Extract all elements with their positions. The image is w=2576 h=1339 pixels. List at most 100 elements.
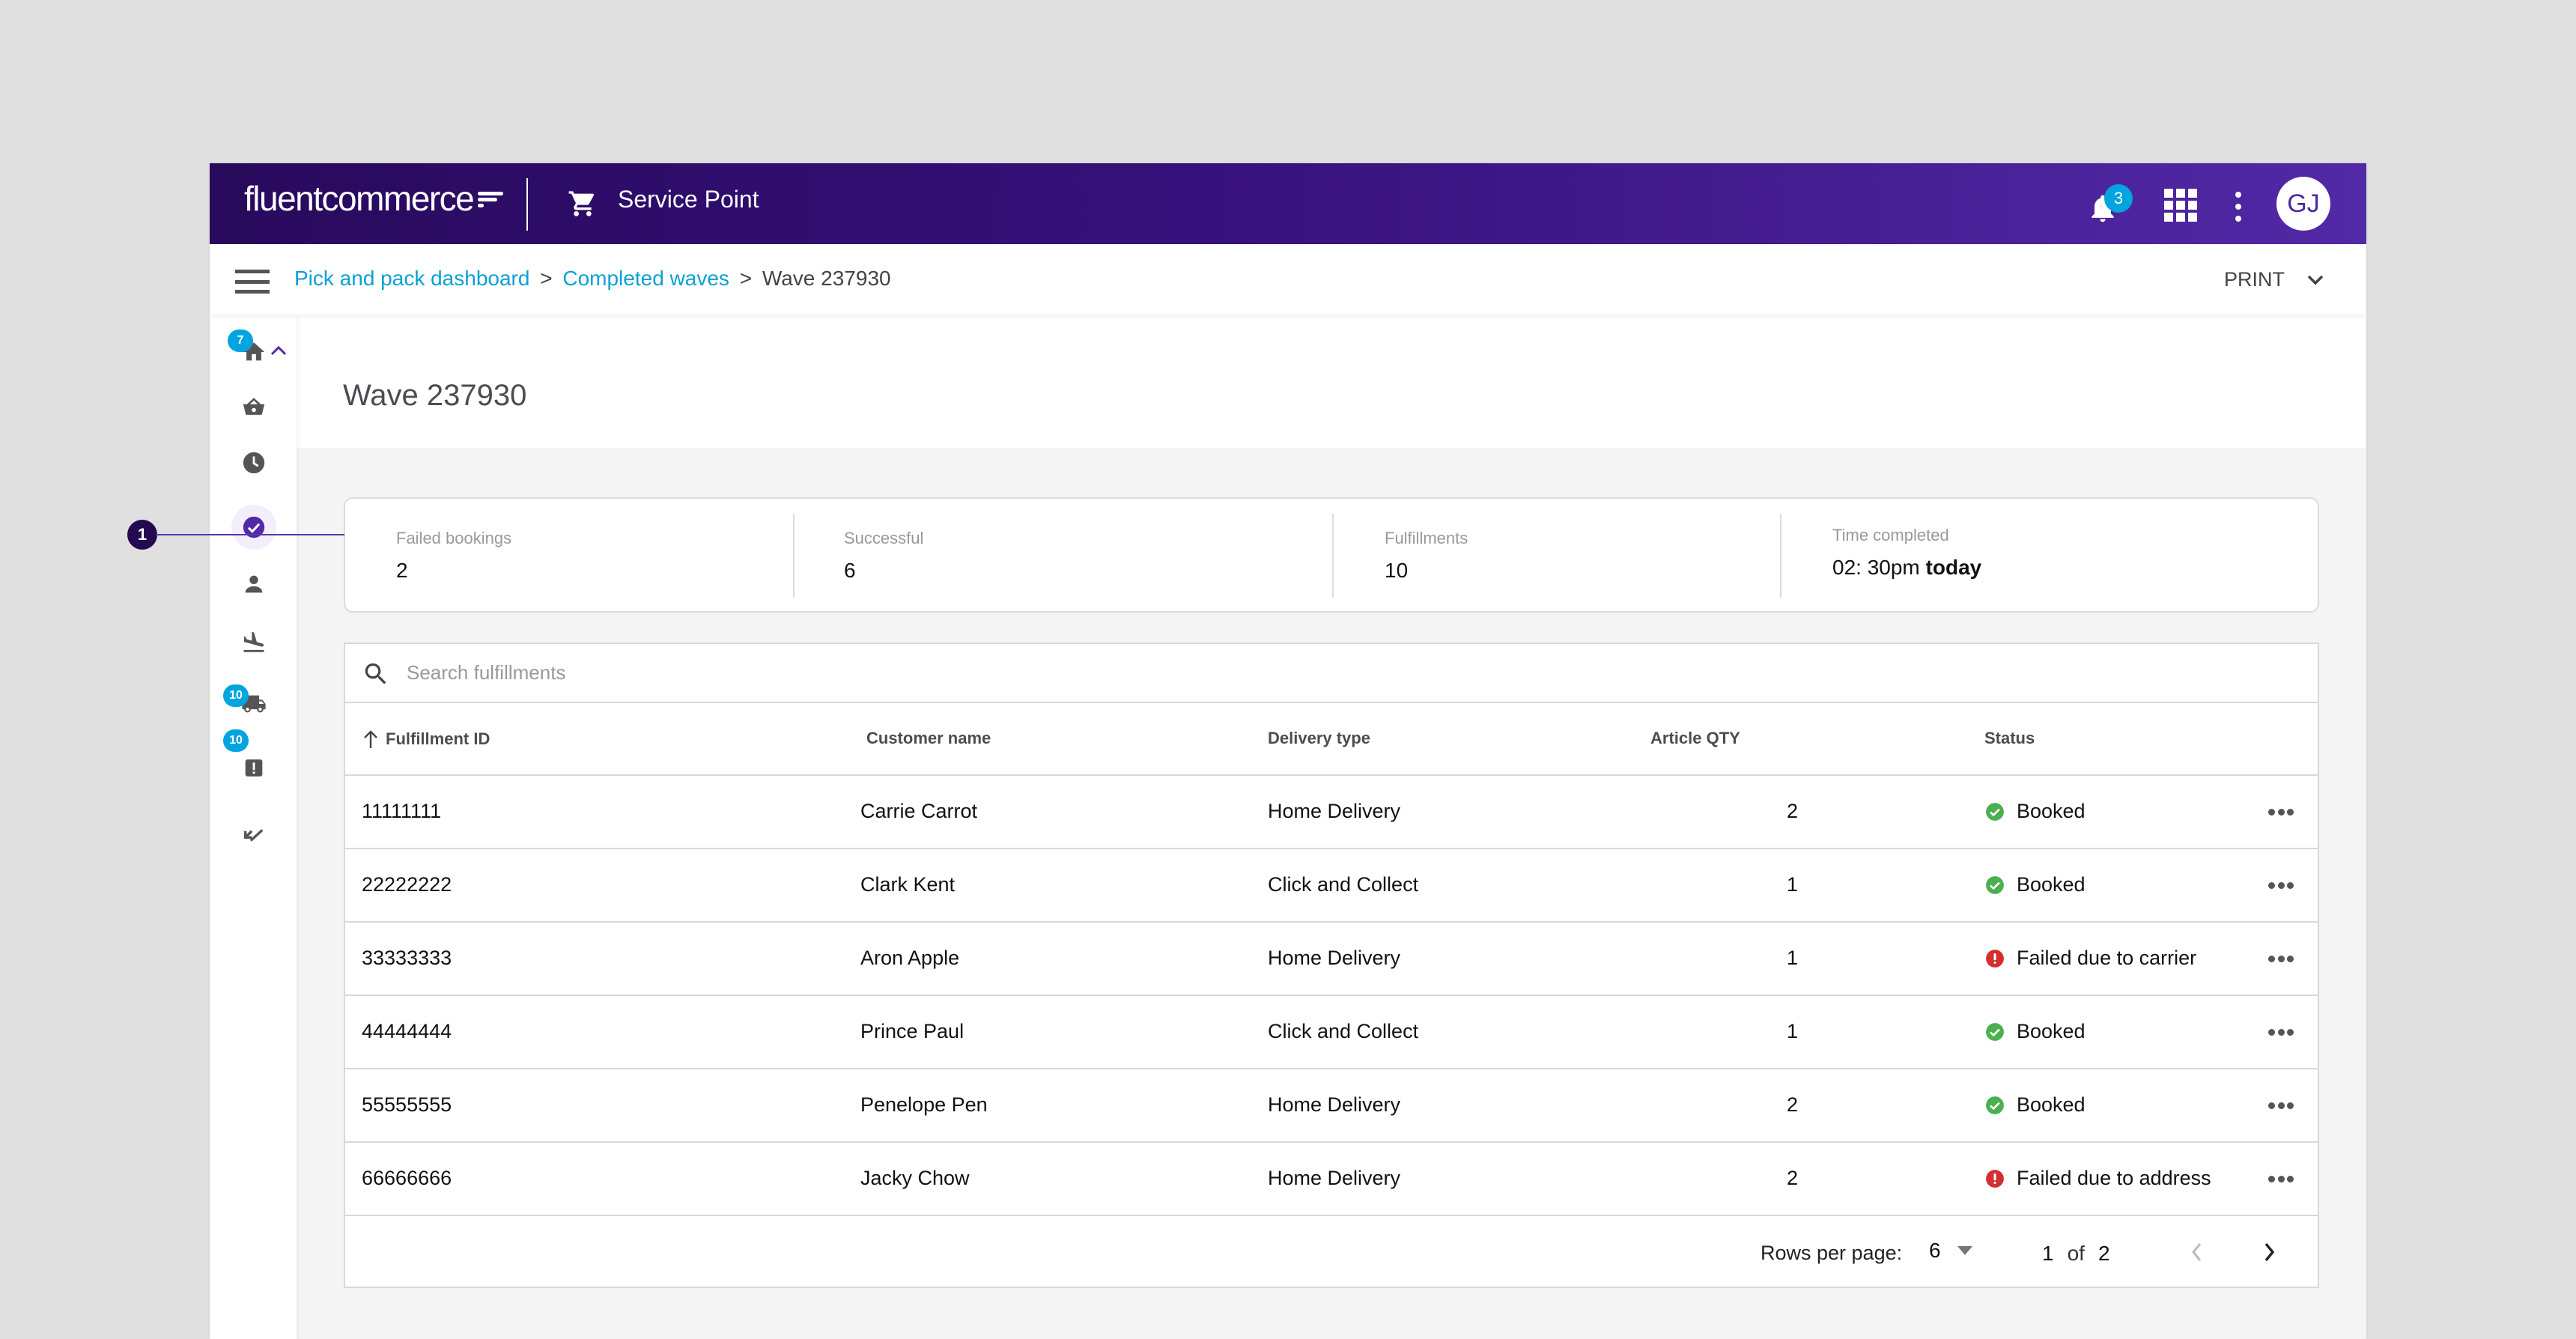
logo-lines-icon [478, 190, 504, 207]
cell-article-qty: 2 [1786, 800, 1798, 822]
cell-fulfillment-id: 11111111 [362, 800, 442, 822]
app-window: fluent commerce Service Point 3 GJ Pick a… [210, 163, 2366, 1339]
sidebar-item-history[interactable] [231, 440, 276, 485]
sidebar-item-completed[interactable] [231, 505, 276, 550]
row-more-actions-icon[interactable] [2268, 882, 2294, 890]
column-header-customer-name[interactable]: Customer name [866, 729, 991, 748]
cell-delivery-type: Home Delivery [1268, 947, 1401, 969]
user-avatar[interactable]: GJ [2276, 177, 2330, 231]
time-value: 02: 30pm [1832, 556, 1920, 579]
row-more-actions-icon[interactable] [2268, 809, 2294, 816]
status-label: Failed due to address [2017, 1167, 2211, 1189]
table-header: Fulfillment ID Customer name Delivery ty… [345, 703, 2318, 776]
breadcrumb-separator: > [540, 267, 553, 290]
cell-delivery-type: Click and Collect [1268, 873, 1419, 896]
page-header: Wave 237930 [297, 315, 2366, 448]
cell-status: Failed due to address [1985, 1167, 2211, 1190]
cell-article-qty: 1 [1786, 873, 1798, 896]
row-more-actions-icon[interactable] [2268, 1102, 2294, 1110]
column-header-delivery-type[interactable]: Delivery type [1268, 729, 1370, 748]
top-app-bar: fluent commerce Service Point 3 GJ [210, 163, 2366, 244]
status-error-exclamation-icon [1986, 949, 2004, 968]
cell-status: Booked [1985, 873, 2086, 896]
cell-status: Failed due to carrier [1985, 947, 2196, 970]
search-bar [345, 644, 2318, 703]
cell-article-qty: 2 [1786, 1167, 1798, 1189]
cell-status: Booked [1985, 800, 2086, 823]
page-indicator: 1 of 2 [2042, 1242, 2110, 1266]
sidebar-item-customers[interactable] [231, 562, 276, 607]
chevron-left-icon [2192, 1243, 2202, 1261]
stat-label: Time completed [1832, 526, 1949, 544]
status-success-check-icon [1986, 875, 2004, 894]
row-more-actions-icon[interactable] [2268, 1176, 2294, 1183]
cell-customer-name: Jacky Chow [860, 1167, 970, 1189]
chevron-right-icon [2264, 1242, 2275, 1262]
stat-fulfillments: Fulfillments 10 [1334, 499, 1781, 611]
search-input[interactable] [407, 658, 1305, 687]
table-row[interactable]: 55555555 Penelope Pen Home Delivery 2 Booked [345, 1069, 2318, 1143]
cell-delivery-type: Home Delivery [1268, 1167, 1401, 1189]
previous-page-button[interactable] [2183, 1237, 2210, 1267]
breadcrumb-link-pick-and-pack[interactable]: Pick and pack dashboard [294, 267, 529, 290]
stat-value: 10 [1385, 559, 1409, 582]
menu-hamburger-icon[interactable] [235, 270, 270, 294]
status-label: Booked [2017, 1020, 2086, 1042]
sidebar-item-received[interactable] [231, 812, 276, 857]
sidebar-nav: 7 10 10 [210, 315, 297, 1339]
next-page-button[interactable] [2256, 1237, 2283, 1267]
table-row[interactable]: 11111111 Carrie Carrot Home Delivery 2 Booke… [345, 776, 2318, 849]
status-success-check-icon [1986, 1096, 2004, 1114]
sidebar-item-basket[interactable] [231, 385, 276, 430]
column-header-status[interactable]: Status [1984, 729, 2035, 748]
cell-status: Booked [1985, 1020, 2086, 1043]
sidebar-badge-exceptions: 10 [223, 729, 249, 752]
breadcrumb-bar: Pick and pack dashboard > Completed wave… [210, 244, 2366, 315]
table-row[interactable]: 33333333 Aron Apple Home Delivery 1 Failed d… [345, 923, 2318, 996]
status-success-check-icon [1986, 802, 2004, 821]
cell-fulfillment-id: 22222222 [362, 873, 452, 896]
cell-article-qty: 1 [1786, 1020, 1798, 1042]
logo-text: commerce [321, 179, 475, 218]
table-row[interactable]: 44444444 Prince Paul Click and Collect 1 Boo… [345, 996, 2318, 1069]
logo-text-bold: fluent [244, 179, 323, 218]
current-page: 1 [2042, 1242, 2054, 1265]
breadcrumb: Pick and pack dashboard > Completed wave… [294, 267, 891, 291]
row-more-actions-icon[interactable] [2268, 956, 2294, 963]
breadcrumb-link-completed-waves[interactable]: Completed waves [562, 267, 729, 290]
person-icon [245, 575, 263, 593]
column-header-article-qty[interactable]: Article QTY [1650, 729, 1740, 748]
app-launcher-grid-icon[interactable] [2164, 189, 2197, 222]
fulfillments-table: Fulfillment ID Customer name Delivery ty… [344, 643, 2319, 1288]
wave-summary-card: Failed bookings 2 Successful 6 Fulfillme… [344, 497, 2319, 613]
shopping-cart-icon [568, 191, 595, 216]
cell-customer-name: Clark Kent [860, 873, 956, 896]
cell-customer-name: Carrie Carrot [860, 800, 978, 822]
sidebar-item-arrivals[interactable] [231, 620, 276, 665]
status-label: Failed due to carrier [2017, 947, 2197, 969]
search-icon [365, 663, 386, 684]
notification-count-badge: 3 [2104, 184, 2133, 213]
fluent-commerce-logo[interactable]: fluent commerce [244, 178, 504, 219]
total-pages: 2 [2097, 1242, 2110, 1265]
cell-customer-name: Aron Apple [860, 947, 960, 969]
table-row[interactable]: 22222222 Clark Kent Click and Collect 1 Book… [345, 849, 2318, 923]
clock-icon [243, 452, 265, 474]
rows-per-page-select[interactable]: 6 [1929, 1239, 1972, 1263]
more-vert-icon[interactable] [2233, 192, 2244, 222]
stat-label: Fulfillments [1385, 529, 1468, 547]
print-button[interactable]: PRINT [2224, 268, 2324, 291]
warning-box-icon [245, 759, 263, 777]
check-circle-icon [243, 516, 265, 538]
top-bar-divider [526, 178, 528, 231]
chevron-down-icon [2307, 275, 2324, 285]
call-received-icon [243, 829, 264, 842]
column-header-fulfillment-id[interactable]: Fulfillment ID [362, 729, 490, 750]
table-row[interactable]: 66666666 Jacky Chow Home Delivery 2 Failed d… [345, 1143, 2318, 1216]
cell-customer-name: Penelope Pen [860, 1093, 988, 1116]
cell-fulfillment-id: 33333333 [362, 947, 452, 969]
cell-article-qty: 1 [1786, 947, 1798, 969]
row-more-actions-icon[interactable] [2268, 1029, 2294, 1036]
sidebar-badge-home: 7 [228, 330, 253, 352]
chevron-up-icon[interactable] [270, 344, 288, 356]
